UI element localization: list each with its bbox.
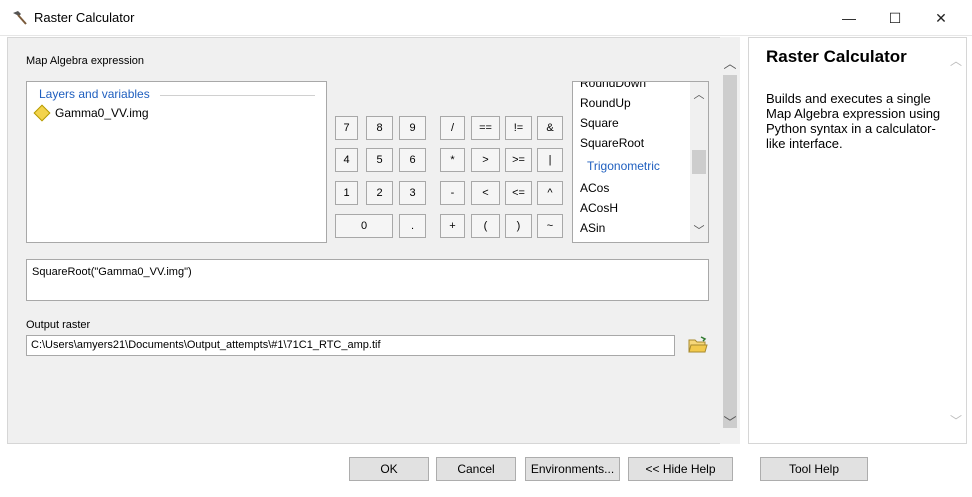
scroll-up-arrow-icon[interactable]: ︿ bbox=[720, 53, 740, 72]
function-item[interactable]: RoundUp bbox=[580, 96, 631, 110]
layer-name: Gamma0_VV.img bbox=[55, 106, 149, 120]
key-8[interactable]: 8 bbox=[366, 116, 393, 140]
scrollbar-thumb[interactable] bbox=[692, 150, 706, 174]
scroll-down-arrow-icon[interactable]: ﹀ bbox=[950, 412, 962, 429]
key-minus[interactable]: - bbox=[440, 181, 465, 205]
parameters-scrollbar[interactable]: ︿ ﹀ bbox=[720, 37, 740, 444]
expression-textbox[interactable]: SquareRoot("Gamma0_VV.img") bbox=[26, 259, 709, 301]
title-bar: Raster Calculator — ☐ ✕ bbox=[0, 0, 972, 36]
scroll-up-arrow-icon[interactable]: ︿ bbox=[690, 86, 708, 102]
map-algebra-label: Map Algebra expression bbox=[26, 55, 145, 67]
key-9[interactable]: 9 bbox=[399, 116, 426, 140]
raster-layer-icon bbox=[33, 104, 51, 122]
key-2[interactable]: 2 bbox=[366, 181, 393, 205]
key-xor[interactable]: ^ bbox=[537, 181, 563, 205]
key-less[interactable]: < bbox=[471, 181, 500, 205]
hide-help-button[interactable]: << Hide Help bbox=[628, 457, 733, 481]
layer-list-item[interactable]: Gamma0_VV.img bbox=[33, 104, 149, 122]
help-title: Raster Calculator bbox=[766, 47, 907, 66]
function-item[interactable]: ACos bbox=[580, 181, 609, 195]
layers-header: Layers and variables bbox=[39, 87, 154, 101]
scroll-up-arrow-icon[interactable]: ︿ bbox=[950, 52, 962, 69]
function-item[interactable]: RoundDown bbox=[580, 82, 646, 90]
key-multiply[interactable]: * bbox=[440, 148, 465, 172]
tool-help-button[interactable]: Tool Help bbox=[760, 457, 868, 481]
function-item[interactable]: Square bbox=[580, 116, 619, 130]
key-plus[interactable]: + bbox=[440, 214, 465, 238]
functions-list[interactable]: RoundDown RoundUp Square SquareRoot Trig… bbox=[572, 81, 709, 243]
key-and[interactable]: & bbox=[537, 116, 563, 140]
output-raster-label: Output raster bbox=[26, 319, 91, 331]
function-category: Trigonometric bbox=[587, 159, 660, 173]
key-1[interactable]: 1 bbox=[335, 181, 358, 205]
environments-button[interactable]: Environments... bbox=[525, 457, 620, 481]
ok-button[interactable]: OK bbox=[349, 457, 429, 481]
scroll-down-arrow-icon[interactable]: ﹀ bbox=[690, 222, 708, 238]
divider bbox=[160, 95, 315, 96]
key-decimal[interactable]: . bbox=[399, 214, 426, 238]
key-or[interactable]: | bbox=[537, 148, 563, 172]
function-item[interactable]: ACosH bbox=[580, 201, 618, 215]
key-not[interactable]: ~ bbox=[537, 214, 563, 238]
scrollbar-thumb[interactable] bbox=[723, 75, 737, 428]
key-5[interactable]: 5 bbox=[366, 148, 393, 172]
output-raster-input[interactable]: C:\Users\amyers21\Documents\Output_attem… bbox=[26, 335, 675, 356]
key-7[interactable]: 7 bbox=[335, 116, 358, 140]
key-greater[interactable]: > bbox=[471, 148, 500, 172]
function-item[interactable]: ASin bbox=[580, 221, 605, 235]
function-item[interactable]: SquareRoot bbox=[580, 136, 644, 150]
key-not-equal[interactable]: != bbox=[505, 116, 532, 140]
key-equal[interactable]: == bbox=[471, 116, 500, 140]
folder-open-icon[interactable] bbox=[686, 333, 710, 357]
key-6[interactable]: 6 bbox=[399, 148, 426, 172]
minimize-button[interactable]: — bbox=[826, 0, 872, 36]
window-title: Raster Calculator bbox=[34, 10, 135, 25]
key-0[interactable]: 0 bbox=[335, 214, 393, 238]
cancel-button[interactable]: Cancel bbox=[436, 457, 516, 481]
key-open-paren[interactable]: ( bbox=[471, 214, 500, 238]
key-divide[interactable]: / bbox=[440, 116, 465, 140]
key-close-paren[interactable]: ) bbox=[505, 214, 532, 238]
functions-scrollbar[interactable]: ︿ ﹀ bbox=[690, 82, 708, 242]
help-description: Builds and executes a single Map Algebra… bbox=[766, 91, 941, 151]
scroll-down-arrow-icon[interactable]: ﹀ bbox=[720, 412, 740, 431]
maximize-button[interactable]: ☐ bbox=[872, 0, 918, 36]
close-button[interactable]: ✕ bbox=[918, 0, 964, 36]
key-4[interactable]: 4 bbox=[335, 148, 358, 172]
key-3[interactable]: 3 bbox=[399, 181, 426, 205]
key-less-equal[interactable]: <= bbox=[505, 181, 532, 205]
hammer-icon bbox=[10, 9, 28, 27]
key-greater-equal[interactable]: >= bbox=[505, 148, 532, 172]
